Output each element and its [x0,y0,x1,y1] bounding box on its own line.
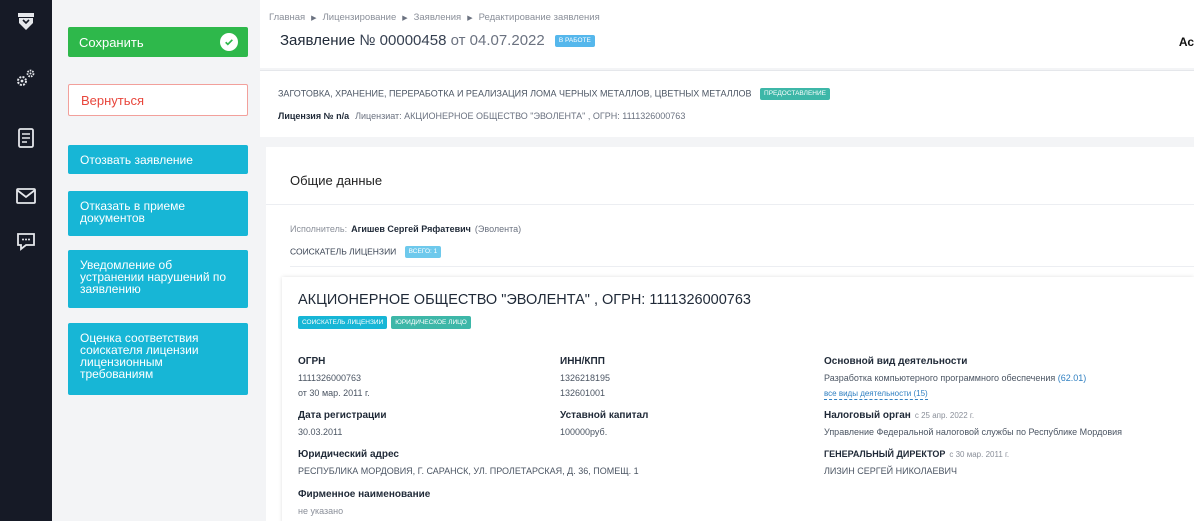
inn-value: 1326218195 [560,373,611,383]
executor-line: Исполнитель: Агишев Сергей Ряфатевич (Эвол… [290,224,521,234]
license-holder: Лицензиат: АКЦИОНЕРНОЕ ОБЩЕСТВО "ЭВОЛЕНТ… [355,111,686,121]
tax-authority-label: Налоговый орган с 25 апр. 2022 г. [824,410,974,421]
director-label: ГЕНЕРАЛЬНЫЙ ДИРЕКТОР с 30 мар. 2011 г. [824,449,1009,459]
legal-address-value: РЕСПУБЛИКА МОРДОВИЯ, Г. САРАНСК, УЛ. ПРО… [298,466,639,476]
breadcrumb-applications[interactable]: Заявления [414,12,462,23]
executor-label: Исполнитель: [290,224,348,234]
tax-authority-value: Управление Федеральной налоговой службы … [824,427,1123,437]
compliance-assessment-button[interactable]: Оценка соответствия соискателя лицензии … [68,323,248,395]
page-title: Заявление № 00000458 от 04.07.2022 В РАБ… [280,32,595,49]
main-activity-value: Разработка компьютерного программного об… [824,373,1086,383]
violation-notice-label: Уведомление об устранении нарушений по з… [80,258,227,296]
registration-date-label: Дата регистрации [298,410,387,421]
ogrn-label: ОГРН [298,356,326,367]
kpp-value: 132601001 [560,388,606,398]
general-data-card: Общие данные Исполнитель: Агишев Сергей Р… [266,147,1194,521]
section-heading: Общие данные [290,173,383,188]
applicant-label: СОИСКАТЕЛЬ ЛИЦЕНЗИИ [290,246,397,257]
capital-label: Уставной капитал [560,410,649,421]
header-truncated-text: Ас [1178,35,1194,49]
breadcrumb-separator-icon: ▶ [311,15,317,22]
application-number: № 00000458 [359,32,447,49]
organization-card: АКЦИОНЕРНОЕ ОБЩЕСТВО "ЭВОЛЕНТА" , ОГРН: … [282,277,1194,521]
ogrn-value: 1111326000763 [298,373,362,383]
all-activities-link[interactable]: все виды деятельности (15) [824,388,928,400]
legal-address-label: Юридический адрес [298,449,399,460]
director-label-text: ГЕНЕРАЛЬНЫЙ ДИРЕКТОР [824,449,946,459]
main-activity-label: Основной вид деятельности [824,356,968,367]
divider [290,266,1194,267]
license-activity-text: ЗАГОТОВКА, ХРАНЕНИЕ, ПЕРЕРАБОТКА И РЕАЛИ… [278,88,752,99]
application-date: от 04.07.2022 [450,32,545,49]
license-number: Лицензия № n/a [278,111,350,121]
breadcrumb-current: Редактирование заявления [478,12,600,23]
breadcrumb-separator-icon: ▶ [402,15,408,22]
reject-documents-label: Отказать в приеме документов [80,199,186,225]
save-button-label: Сохранить [79,34,144,50]
applicant-line: СОИСКАТЕЛЬ ЛИЦЕНЗИИ ВСЕГО: 1 [290,246,442,258]
actions-panel: Сохранить Вернуться Отозвать заявление О… [52,0,260,521]
organization-badges: СОИСКАТЕЛЬ ЛИЦЕНЗИИ ЮРИДИЧЕСКОЕ ЛИЦО [298,314,475,332]
back-button-label: Вернуться [81,92,145,108]
withdraw-application-button[interactable]: Отозвать заявление [68,145,248,174]
mail-icon[interactable] [10,180,42,212]
firm-name-label: Фирменное наименование [298,489,431,500]
applicant-role-badge: СОИСКАТЕЛЬ ЛИЦЕНЗИИ [298,316,388,330]
settings-icon[interactable] [10,62,42,94]
license-summary: ЗАГОТОВКА, ХРАНЕНИЕ, ПЕРЕРАБОТКА И РЕАЛИ… [260,70,1194,137]
breadcrumb-home[interactable]: Главная [269,12,305,23]
firm-name-value: не указано [298,506,344,516]
save-button[interactable]: Сохранить [68,27,248,57]
tax-authority-label-text: Налоговый орган [824,410,911,421]
registration-date-value: 30.03.2011 [298,427,343,437]
breadcrumb-separator-icon: ▶ [467,15,473,22]
icon-rail [0,0,52,521]
title-prefix: Заявление [280,32,356,49]
divider [266,204,1194,205]
legal-entity-badge: ЮРИДИЧЕСКОЕ ЛИЦО [391,316,471,330]
organization-title: АКЦИОНЕРНОЕ ОБЩЕСТВО "ЭВОЛЕНТА" , ОГРН: … [298,292,751,308]
director-value: ЛИЗИН СЕРГЕЙ НИКОЛАЕВИЧ [824,466,958,476]
checkmark-icon [220,33,238,51]
breadcrumb: Главная ▶ Лицензирование ▶ Заявления ▶ Редакти… [269,12,600,23]
logo-icon[interactable] [10,6,42,38]
chat-icon[interactable] [10,226,42,258]
license-info: Лицензия № n/a Лицензиат: АКЦИОНЕРНОЕ ОБЩ… [278,111,685,121]
capital-value: 100000руб. [560,427,608,437]
reject-documents-button[interactable]: Отказать в приеме документов [68,191,248,236]
tax-authority-since: с 25 апр. 2022 г. [914,411,975,420]
main-area: Главная ▶ Лицензирование ▶ Заявления ▶ Редакти… [260,0,1194,521]
director-since: с 30 мар. 2011 г. [949,450,1010,459]
ogrn-date: от 30 мар. 2011 г. [298,388,370,398]
compliance-assessment-label: Оценка соответствия соискателя лицензии … [80,331,199,381]
activity-code: (62.01) [1057,373,1087,383]
document-list-icon[interactable] [10,122,42,154]
withdraw-application-label: Отозвать заявление [80,153,193,167]
page-header: Главная ▶ Лицензирование ▶ Заявления ▶ Редакти… [260,0,1194,68]
back-button[interactable]: Вернуться [68,84,248,116]
breadcrumb-licensing[interactable]: Лицензирование [323,12,397,23]
license-activity: ЗАГОТОВКА, ХРАНЕНИЕ, ПЕРЕРАБОТКА И РЕАЛИ… [278,88,830,100]
executor-name: Агишев Сергей Ряфатевич [351,224,471,234]
license-type-badge: ПРЕДОСТАВЛЕНИЕ [760,88,830,100]
violation-notice-button[interactable]: Уведомление об устранении нарушений по з… [68,250,248,308]
main-activity-text: Разработка компьютерного программного об… [824,373,1056,383]
status-badge: В РАБОТЕ [554,35,595,48]
applicant-count-badge: ВСЕГО: 1 [404,246,442,258]
executor-org: (Эволента) [474,224,522,234]
inn-kpp-label: ИНН/КПП [560,356,605,367]
